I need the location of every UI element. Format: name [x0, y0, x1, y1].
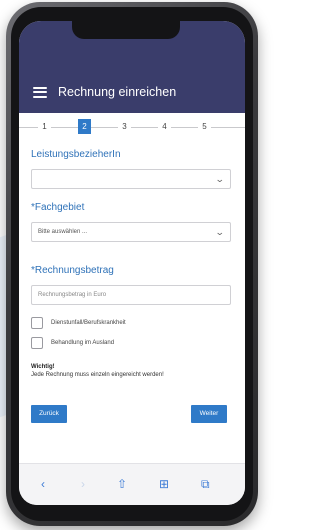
- fachgebiet-label: *Fachgebiet: [31, 202, 85, 213]
- phone-frame: Rechnung einreichen 1 2 3 4 5 Leistungsb…: [6, 2, 258, 526]
- menu-icon[interactable]: [33, 86, 47, 98]
- dienstunfall-checkbox[interactable]: [31, 317, 43, 329]
- fachgebiet-value: Bitte auswählen ...: [38, 229, 88, 235]
- chevron-down-icon: ⌄: [215, 227, 226, 237]
- app-header: Rechnung einreichen: [19, 71, 245, 113]
- step-4[interactable]: 4: [158, 119, 171, 134]
- step-1[interactable]: 1: [38, 119, 51, 134]
- step-indicator: 1 2 3 4 5: [19, 119, 245, 135]
- status-bar: [19, 21, 245, 71]
- checkbox-row-ausland[interactable]: Behandlung im Ausland: [31, 337, 114, 349]
- page-title: Rechnung einreichen: [58, 85, 177, 99]
- step-2-active[interactable]: 2: [78, 119, 91, 134]
- rechnungsbetrag-label: *Rechnungsbetrag: [31, 265, 114, 276]
- step-line: [19, 127, 245, 128]
- next-button[interactable]: Weiter: [191, 405, 227, 423]
- phone-screen: Rechnung einreichen 1 2 3 4 5 Leistungsb…: [19, 21, 245, 505]
- phone-bezel: Rechnung einreichen 1 2 3 4 5 Leistungsb…: [11, 7, 253, 521]
- phone-notch: [72, 21, 180, 39]
- ausland-checkbox[interactable]: [31, 337, 43, 349]
- rechnungsbetrag-input[interactable]: Rechnungsbetrag in Euro: [31, 285, 231, 305]
- checkbox-row-dienstunfall[interactable]: Dienstunfall/Berufskrankheit: [31, 317, 126, 329]
- dienstunfall-label: Dienstunfall/Berufskrankheit: [51, 320, 126, 326]
- leistungsbezieher-select[interactable]: ⌄: [31, 169, 231, 189]
- back-button[interactable]: Zurück: [31, 405, 67, 423]
- fachgebiet-select[interactable]: Bitte auswählen ... ⌄: [31, 222, 231, 242]
- share-icon[interactable]: ⇧: [117, 477, 127, 491]
- form-content: 1 2 3 4 5 LeistungsbezieherIn ⌄ *Fachgeb…: [19, 113, 245, 463]
- bookmarks-icon[interactable]: ⊞: [159, 477, 169, 491]
- notice-title: Wichtig!: [31, 364, 55, 370]
- back-arrow-icon[interactable]: ‹: [41, 477, 45, 491]
- tabs-icon[interactable]: ⧉: [201, 477, 210, 491]
- chevron-down-icon: ⌄: [215, 174, 226, 184]
- notice-text: Jede Rechnung muss einzeln eingereicht w…: [31, 372, 164, 378]
- leistungsbezieher-label: LeistungsbezieherIn: [31, 149, 121, 160]
- ausland-label: Behandlung im Ausland: [51, 340, 115, 346]
- step-3[interactable]: 3: [118, 119, 131, 134]
- browser-toolbar: ‹ › ⇧ ⊞ ⧉: [19, 463, 245, 505]
- forward-arrow-icon[interactable]: ›: [81, 477, 85, 491]
- step-5[interactable]: 5: [198, 119, 211, 134]
